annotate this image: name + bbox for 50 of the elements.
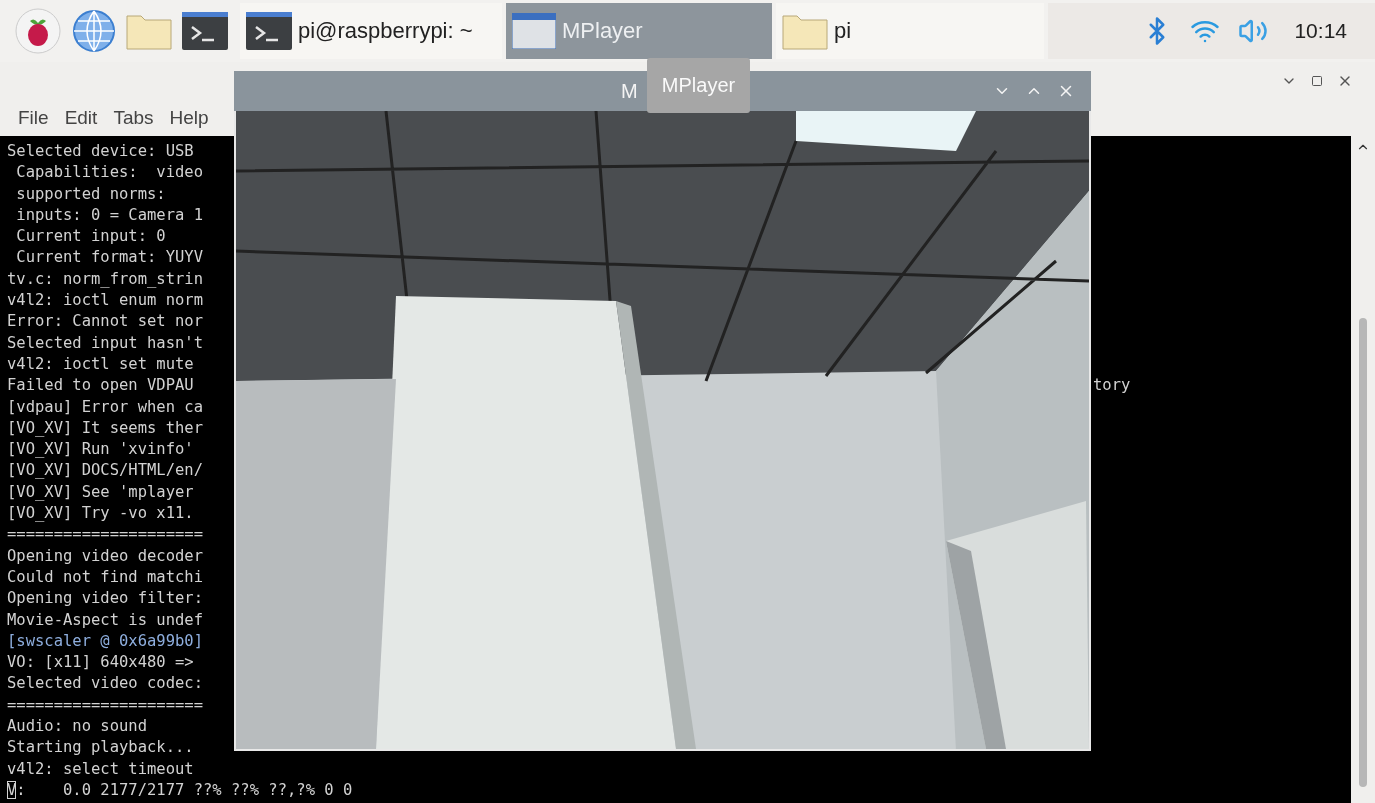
- terminal-line: v4l2: ioctl enum norm: [7, 290, 203, 312]
- terminal-icon[interactable]: [182, 12, 228, 50]
- terminal-line: =====================: [7, 694, 203, 716]
- menu-item[interactable]: Help: [169, 107, 209, 129]
- terminal-line: Opening video decoder: [7, 545, 203, 567]
- maximize-icon[interactable]: [1311, 75, 1323, 87]
- globe-icon[interactable]: [72, 9, 116, 53]
- terminal-line: [swscaler @ 0x6a99b0]: [7, 630, 203, 652]
- taskbar-button[interactable]: pi@raspberrypi: ~: [240, 3, 502, 59]
- terminal-line: VO: [x11] 640x480 =>: [7, 652, 194, 674]
- terminal-line: v4l2: select timeout: [7, 758, 194, 780]
- menu-item[interactable]: Edit: [64, 107, 98, 129]
- menu-item[interactable]: File: [18, 107, 49, 129]
- terminal-line: Opening video filter:: [7, 588, 203, 610]
- terminal-line: Current format: YUYV: [15, 247, 203, 269]
- terminal-line: Error: Cannot set nor: [7, 311, 203, 333]
- folder-icon: [782, 12, 828, 50]
- terminal-line: Could not find matchi: [7, 566, 203, 588]
- raspberry-icon[interactable]: [14, 7, 62, 55]
- terminal-line: [VO_XV] See 'mplayer: [7, 481, 194, 503]
- terminal-text: tory: [1093, 375, 1131, 397]
- terminal-line: [VO_XV] Run 'xvinfo': [7, 439, 194, 461]
- terminal-line: inputs: 0 = Camera 1: [15, 204, 203, 226]
- terminal-line: Selected video codec:: [7, 673, 203, 695]
- scrollbar[interactable]: [1351, 136, 1375, 803]
- terminal-line: [VO_XV] Try -vo x11.: [7, 503, 194, 525]
- terminal-line: [vdpau] Error when ca: [7, 396, 203, 418]
- terminal-line: v4l2: ioctl set mute: [7, 353, 194, 375]
- terminal-line: supported norms:: [15, 183, 166, 205]
- terminal-line: Audio: no sound: [7, 716, 147, 737]
- scrollbar-thumb[interactable]: [1359, 318, 1367, 787]
- window-title: M: [621, 79, 638, 103]
- clock[interactable]: 10:14: [1294, 19, 1347, 43]
- terminal-line: Starting playback...: [7, 737, 194, 759]
- window-icon: [512, 13, 556, 49]
- tooltip: MPlayer: [647, 58, 750, 113]
- menu-item[interactable]: Tabs: [113, 107, 154, 129]
- terminal-line: tv.c: norm_from_strin: [7, 268, 203, 290]
- taskbar-button[interactable]: pi: [776, 3, 1044, 59]
- terminal-line: Current input: 0: [15, 226, 166, 248]
- terminal-line: [VO_XV] It seems ther: [7, 417, 203, 439]
- terminal-line: Selected device: USB: [7, 141, 194, 162]
- terminal-line: Failed to open VDPAU: [7, 375, 194, 397]
- terminal-line: Movie-Aspect is undef: [7, 609, 203, 631]
- terminal-line: Capabilities: video: [15, 162, 203, 184]
- terminal-line: =====================: [7, 524, 203, 546]
- terminal-line: Selected input hasn't: [7, 332, 203, 354]
- terminal-icon[interactable]: [246, 12, 292, 50]
- terminal-line: V: 0.0 2177/2177 ??% ??% ??,?% 0 0: [7, 779, 353, 801]
- terminal-line: [VO_XV] DOCS/HTML/en/: [7, 460, 203, 482]
